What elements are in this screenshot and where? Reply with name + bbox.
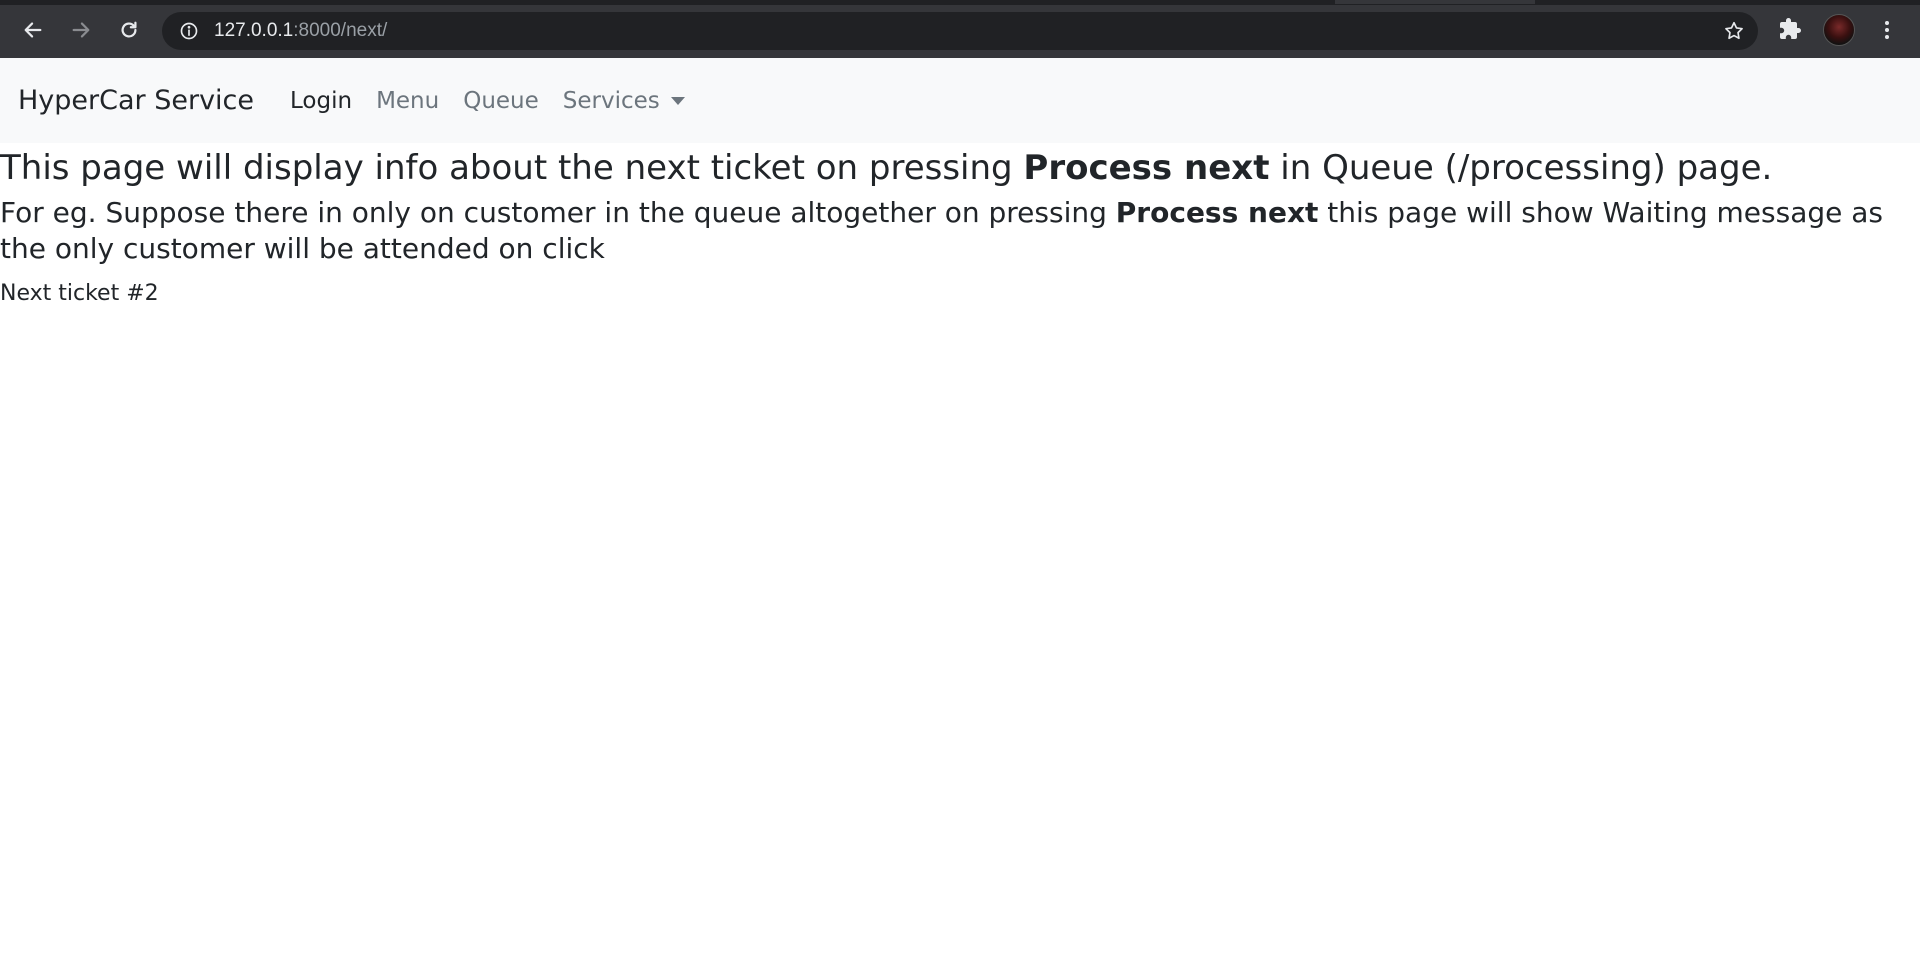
star-icon[interactable] (1722, 19, 1746, 43)
url-path: :8000/next/ (293, 20, 388, 41)
url-text[interactable]: 127.0.0.1:8000/next/ (214, 20, 387, 42)
reload-button[interactable] (112, 13, 146, 47)
nav-link-login[interactable]: Login (290, 88, 352, 114)
puzzle-icon[interactable] (1776, 15, 1804, 43)
profile-avatar[interactable] (1823, 14, 1855, 46)
page-note-text-1: For eg. Suppose there in only on custome… (0, 196, 1116, 229)
page-title: This page will display info about the ne… (0, 143, 1920, 193)
nav-dropdown-services-label: Services (562, 87, 660, 114)
page-title-bold: Process next (1023, 148, 1270, 188)
back-button[interactable] (16, 13, 50, 47)
app-navbar: HyperCar Service Login Menu Queue Servic… (0, 58, 1920, 143)
page-title-text-2: in Queue (/processing) page. (1269, 148, 1773, 188)
reload-icon (121, 21, 137, 38)
nav-dropdown-services[interactable]: Services (563, 88, 685, 114)
page-title-text-1: This page will display info about the ne… (0, 148, 1024, 188)
address-bar[interactable]: 127.0.0.1:8000/next/ (162, 12, 1758, 50)
arrow-right-icon (72, 22, 90, 38)
nav-link-queue[interactable]: Queue (463, 88, 539, 114)
kebab-icon[interactable] (1872, 14, 1902, 46)
url-host: 127.0.0.1 (214, 20, 294, 41)
tab-strip (0, 0, 1920, 4)
page-note: For eg. Suppose there in only on custome… (0, 195, 1920, 267)
caret-down-icon (670, 96, 685, 105)
info-icon[interactable] (178, 20, 200, 42)
tab-strip-segment (1335, 0, 1535, 4)
main-content: This page will display info about the ne… (0, 143, 1920, 309)
brand-link[interactable]: HyperCar Service (18, 85, 254, 116)
nav-link-menu[interactable]: Menu (376, 88, 439, 114)
arrow-left-icon (24, 22, 42, 38)
next-ticket-text: Next ticket #2 (0, 281, 159, 306)
forward-button[interactable] (64, 13, 98, 47)
page-note-bold: Process next (1115, 196, 1319, 229)
